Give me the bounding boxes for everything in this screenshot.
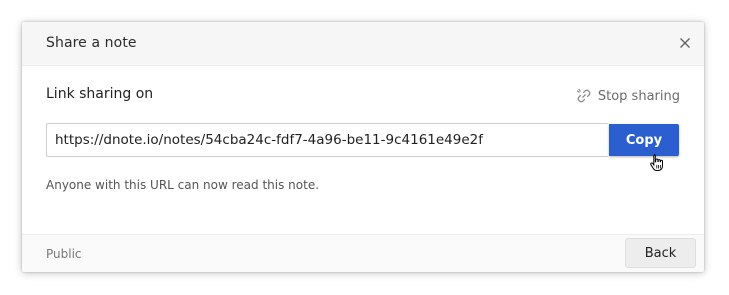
close-button[interactable]: [674, 32, 696, 54]
dialog-title: Share a note: [46, 35, 137, 51]
link-icon: [576, 88, 591, 103]
dialog-header: Share a note: [22, 22, 704, 66]
stop-sharing-label: Stop sharing: [597, 88, 680, 104]
back-button[interactable]: Back: [625, 238, 696, 268]
share-note-dialog: Share a note Link sharing on Stop sharin…: [22, 22, 704, 272]
visibility-label: Public: [46, 247, 82, 261]
share-url-input[interactable]: [46, 123, 608, 157]
close-icon: [680, 38, 690, 48]
dialog-footer: Public Back: [22, 234, 704, 272]
link-sharing-status: Link sharing on: [46, 86, 154, 102]
share-url-row: Copy: [46, 123, 680, 157]
share-hint-text: Anyone with this URL can now read this n…: [46, 178, 320, 192]
hand-pointer-icon: [650, 154, 663, 171]
dialog-body: Link sharing on Stop sharing Copy Anyone…: [22, 66, 704, 234]
copy-button[interactable]: Copy: [609, 124, 679, 156]
stop-sharing-button[interactable]: Stop sharing: [576, 88, 680, 104]
